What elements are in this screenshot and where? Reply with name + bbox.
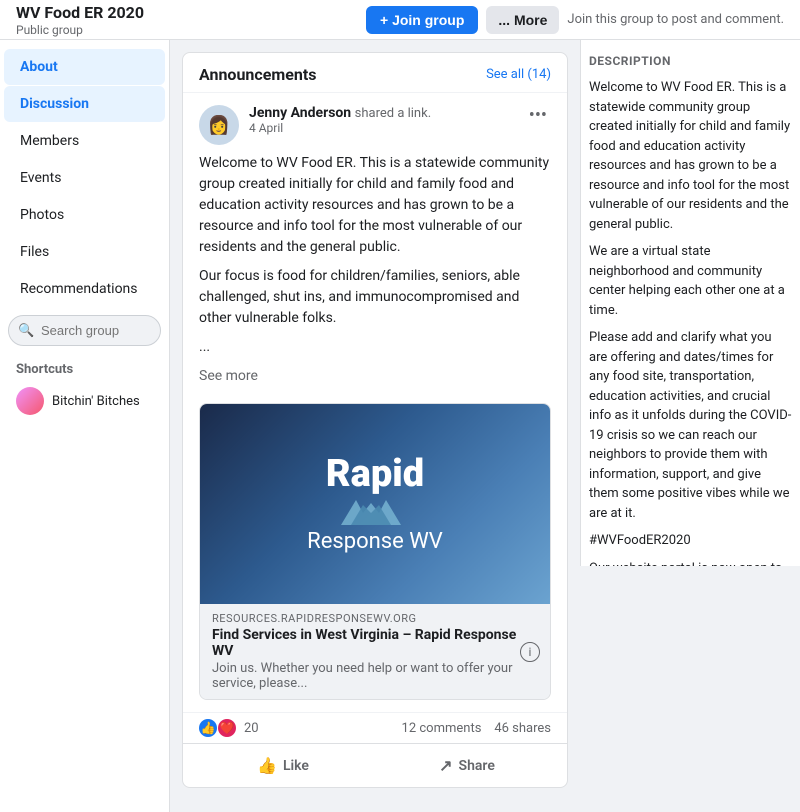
shortcut-item[interactable]: Bitchin' Bitches	[16, 383, 153, 419]
poster-name: Jenny Anderson	[249, 105, 351, 121]
post-action: shared a link.	[355, 106, 432, 121]
right-panel: DESCRIPTION Welcome to WV Food ER. This …	[580, 40, 800, 566]
description-title: DESCRIPTION	[589, 52, 792, 70]
reaction-emojis: 👍 ❤️ 20	[199, 719, 259, 737]
sidebar-item-about[interactable]: About	[4, 49, 165, 85]
post-options-button[interactable]: •••	[525, 105, 551, 126]
sidebar-item-files[interactable]: Files	[4, 234, 165, 270]
shortcuts-section: Shortcuts Bitchin' Bitches	[0, 358, 169, 423]
join-button[interactable]: + Join group	[366, 6, 478, 34]
share-icon: ↗	[439, 756, 452, 775]
like-icon: 👍	[257, 756, 277, 775]
info-icon[interactable]: i	[520, 642, 540, 662]
comments-shares: 12 comments 46 shares	[402, 721, 551, 736]
desc-p1: Welcome to WV Food ER. This is a statewi…	[589, 78, 792, 234]
rapid-title: Rapid	[307, 454, 443, 496]
rapid-subtitle: Response WV	[307, 529, 443, 554]
more-button[interactable]: ... More	[486, 6, 559, 34]
post-header: 👩 Jenny Anderson shared a link. 4 April …	[183, 93, 567, 145]
main-layout: About Discussion Members Events Photos F…	[0, 40, 800, 812]
sidebar-item-events[interactable]: Events	[4, 160, 165, 196]
sidebar-item-recommendations[interactable]: Recommendations	[4, 271, 165, 307]
shares-count: 46 shares	[494, 721, 551, 736]
link-preview-image: Rapid Response WV	[200, 404, 550, 604]
post-text-1: Welcome to WV Food ER. This is a statewi…	[199, 153, 551, 258]
shortcuts-title: Shortcuts	[16, 362, 153, 377]
post-text-2: Our focus is food for children/families,…	[199, 266, 551, 329]
header-actions: + Join group ... More Join this group to…	[366, 6, 784, 34]
share-button[interactable]: ↗ Share	[375, 748, 559, 783]
link-title: Find Services in West Virginia – Rapid R…	[212, 627, 538, 659]
share-label: Share	[459, 758, 495, 774]
join-hint: Join this group to post and comment.	[567, 12, 784, 27]
shortcut-avatar	[16, 387, 44, 415]
desc-p2: We are a virtual state neighborhood and …	[589, 242, 792, 320]
announcements-title: Announcements	[199, 65, 316, 84]
sidebar-item-members[interactable]: Members	[4, 123, 165, 159]
post-actions-bar: 👍 Like ↗ Share	[183, 743, 567, 787]
sidebar: About Discussion Members Events Photos F…	[0, 40, 170, 812]
search-container: 🔍	[8, 315, 161, 346]
see-more-link[interactable]: See more	[199, 368, 258, 384]
see-all-link[interactable]: See all (14)	[486, 67, 551, 82]
comments-count: 12 comments	[402, 721, 482, 736]
announcements-card: Announcements See all (14) 👩 Jenny Ander…	[182, 52, 568, 788]
post-ellipsis: ...	[199, 337, 551, 358]
like-emoji: 👍	[199, 719, 217, 737]
card-header: Announcements See all (14)	[183, 53, 567, 93]
link-preview[interactable]: Rapid Response WV RESOURCES.RAPIDRESPONS…	[199, 403, 551, 700]
avatar: 👩	[199, 105, 239, 145]
main-content: Announcements See all (14) 👩 Jenny Ander…	[170, 40, 580, 812]
rapid-response-logo: Rapid Response WV	[307, 454, 443, 555]
love-emoji: ❤️	[218, 719, 236, 737]
search-icon: 🔍	[18, 323, 34, 338]
group-info: WV Food ER 2020 Public group	[16, 3, 186, 37]
top-bar: WV Food ER 2020 Public group + Join grou…	[0, 0, 800, 40]
post-body: Welcome to WV Food ER. This is a statewi…	[183, 145, 567, 395]
desc-portal: Our website portal is now open to check …	[589, 559, 792, 567]
group-type: Public group	[16, 23, 186, 37]
reaction-count: 20	[244, 721, 259, 736]
group-name: WV Food ER 2020	[16, 3, 186, 22]
post-meta: Jenny Anderson shared a link. 4 April	[249, 105, 515, 135]
shortcut-name: Bitchin' Bitches	[52, 394, 140, 409]
reactions-bar: 👍 ❤️ 20 12 comments 46 shares	[183, 712, 567, 743]
post-date: 4 April	[249, 121, 515, 135]
link-preview-info: RESOURCES.RAPIDRESPONSEWV.ORG Find Servi…	[200, 604, 550, 699]
sidebar-item-discussion[interactable]: Discussion	[4, 86, 165, 122]
link-domain: RESOURCES.RAPIDRESPONSEWV.ORG	[212, 612, 538, 625]
link-desc: Join us. Whether you need help or want t…	[212, 661, 538, 691]
desc-hashtag: #WVFoodER2020	[589, 531, 792, 551]
sidebar-item-photos[interactable]: Photos	[4, 197, 165, 233]
like-button[interactable]: 👍 Like	[191, 748, 375, 783]
like-label: Like	[283, 758, 309, 774]
desc-p3: Please add and clarify what you are offe…	[589, 328, 792, 523]
